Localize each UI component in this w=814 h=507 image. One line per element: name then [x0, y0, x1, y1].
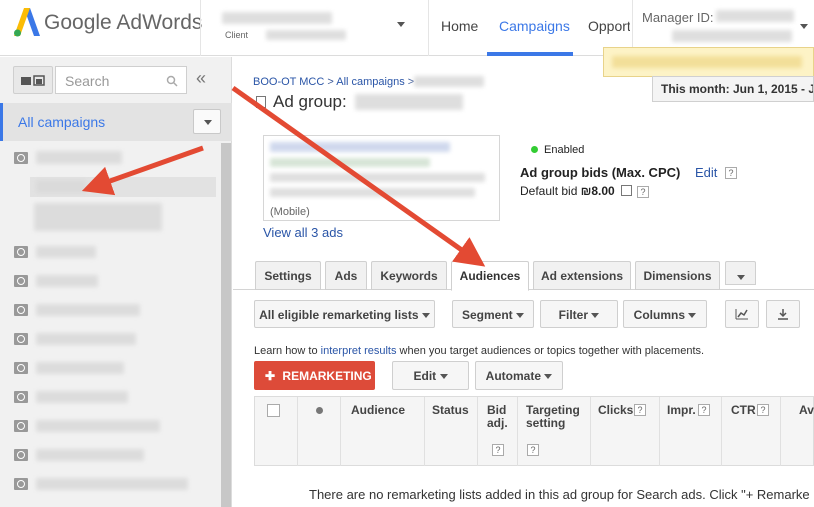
annotation-arrows-icon	[81, 85, 486, 267]
